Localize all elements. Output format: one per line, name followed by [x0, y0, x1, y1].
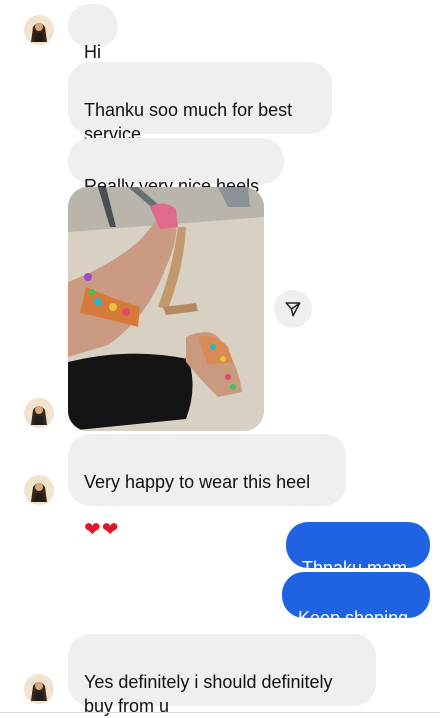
- shared-photo[interactable]: [68, 187, 264, 431]
- avatar-icon: [24, 674, 54, 704]
- contact-avatar[interactable]: [24, 475, 54, 505]
- avatar-icon: [24, 398, 54, 428]
- message-text: Keep shoping: [298, 608, 409, 628]
- message-bubble[interactable]: Very happy to wear this heel ❤❤: [68, 434, 346, 541]
- heels-photo-image: [68, 187, 264, 431]
- contact-avatar[interactable]: [24, 398, 54, 428]
- red-heart-icon: ❤: [84, 519, 102, 541]
- outgoing-message-bubble[interactable]: Keep shoping: [282, 572, 430, 628]
- red-heart-icon: ❤: [101, 519, 120, 541]
- heart-emoji-group: ❤❤: [84, 494, 330, 541]
- avatar-icon: [24, 15, 54, 45]
- message-text: Hi: [84, 42, 101, 62]
- divider: [0, 712, 440, 713]
- paper-plane-icon: [285, 302, 301, 317]
- message-bubble[interactable]: Hi: [68, 4, 118, 62]
- message-bubble[interactable]: Thanku soo much for best service: [68, 62, 332, 144]
- message-text: Very happy to wear this heel: [84, 472, 311, 492]
- contact-avatar[interactable]: [24, 674, 54, 704]
- message-text: Yes definitely i should definitely buy f…: [84, 672, 333, 716]
- chat-thread: Hi Thanku soo much for best service Real…: [0, 0, 440, 718]
- message-bubble[interactable]: Really very nice heels: [68, 138, 284, 196]
- message-bubble[interactable]: Yes definitely i should definitely buy f…: [68, 634, 376, 716]
- share-photo-button[interactable]: [274, 290, 312, 328]
- contact-avatar[interactable]: [24, 15, 54, 45]
- outgoing-message-bubble[interactable]: Thnaku mam: [286, 522, 430, 578]
- avatar-icon: [24, 475, 54, 505]
